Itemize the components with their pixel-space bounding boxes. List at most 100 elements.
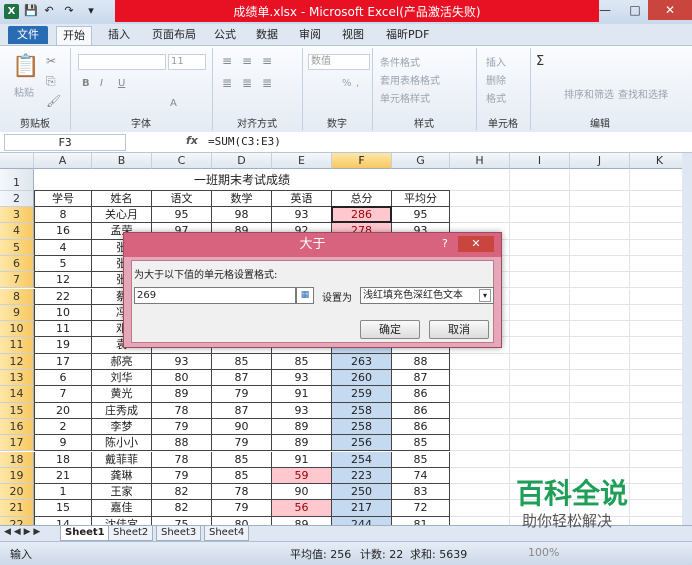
table-cell[interactable]: 79 [152, 467, 212, 485]
grid-cell[interactable] [450, 353, 510, 370]
tab-view[interactable]: 视图 [336, 26, 370, 44]
table-cell[interactable]: 8 [34, 207, 92, 224]
zoom-level[interactable]: 100% [528, 546, 559, 559]
column-header[interactable]: H [450, 153, 510, 169]
row-header[interactable]: 12 [0, 353, 34, 370]
grid-cell[interactable] [450, 484, 510, 501]
grid-cell[interactable] [510, 207, 570, 224]
table-cell[interactable]: 83 [392, 484, 450, 501]
grid-cell[interactable] [570, 169, 630, 191]
column-header[interactable]: F [332, 153, 392, 169]
grid-cell[interactable] [570, 288, 630, 305]
format-select[interactable]: 浅红填充色深红色文本 ▾ [360, 287, 494, 304]
row-header[interactable]: 5 [0, 239, 34, 256]
table-cell[interactable]: 陈小小 [92, 435, 152, 452]
table-cell[interactable]: 14 [34, 516, 92, 525]
table-cell[interactable]: 95 [152, 207, 212, 224]
grid-cell[interactable] [630, 207, 682, 224]
table-cell[interactable]: 王家 [92, 484, 152, 501]
table-cell[interactable]: 黄光 [92, 386, 152, 403]
autosum-button[interactable]: Σ [536, 54, 544, 69]
table-cell[interactable]: 78 [212, 484, 272, 501]
row-header[interactable]: 20 [0, 484, 34, 501]
row-header[interactable]: 15 [0, 402, 34, 419]
range-picker-icon[interactable]: ▦ [296, 287, 314, 304]
table-cell[interactable]: 93 [272, 370, 332, 387]
table-cell[interactable]: 2 [34, 418, 92, 436]
align-bottom-icon[interactable]: ≡ [262, 54, 272, 68]
grid-cell[interactable] [570, 321, 630, 338]
grid-cell[interactable] [510, 402, 570, 419]
grid-cell[interactable] [630, 289, 682, 305]
row-header[interactable]: 16 [0, 418, 34, 436]
grid-cell[interactable] [510, 288, 570, 305]
dialog-close-button[interactable]: ✕ [458, 236, 494, 252]
grid-cell[interactable] [630, 403, 682, 419]
insert-function-icon[interactable]: fx [186, 134, 198, 147]
grid-cell[interactable] [570, 353, 630, 370]
total-cell[interactable]: 259 [332, 386, 392, 403]
grid-cell[interactable] [570, 435, 630, 452]
customize-icon[interactable]: ▾ [84, 4, 98, 18]
grid-cell[interactable] [450, 435, 510, 452]
table-cell[interactable]: 75 [152, 516, 212, 525]
grid-cell[interactable] [630, 337, 682, 354]
table-cell[interactable]: 郝亮 [92, 353, 152, 370]
undo-icon[interactable]: ↶ [42, 4, 56, 18]
row-header[interactable]: 21 [0, 500, 34, 517]
sheet-tab-2[interactable]: Sheet2 [108, 526, 154, 541]
table-cell[interactable]: 86 [392, 418, 450, 436]
grid-cell[interactable] [630, 191, 682, 207]
table-cell[interactable]: 刘华 [92, 370, 152, 387]
grid-cell[interactable] [630, 370, 682, 387]
grid-cell[interactable] [570, 337, 630, 354]
copy-icon[interactable]: ⎘ [46, 74, 56, 89]
insert-cells-button[interactable]: 插入 [486, 54, 506, 69]
table-cell[interactable]: 1 [34, 484, 92, 501]
align-middle-icon[interactable]: ≡ [242, 54, 252, 68]
grid-cell[interactable] [450, 467, 510, 485]
table-cell[interactable]: 89 [272, 435, 332, 452]
grid-cell[interactable] [510, 272, 570, 289]
total-cell[interactable]: 260 [332, 370, 392, 387]
tab-review[interactable]: 审阅 [293, 26, 327, 44]
grid-cell[interactable] [570, 418, 630, 436]
table-cell[interactable]: 关心月 [92, 207, 152, 224]
total-cell[interactable]: 223 [332, 467, 392, 485]
sheet-nav-icon[interactable]: ◀ ◀ ▶ ▶ [4, 527, 40, 537]
column-header[interactable]: D [212, 153, 272, 169]
row-header[interactable]: 10 [0, 321, 34, 338]
row-header[interactable]: 22 [0, 516, 34, 525]
table-cell[interactable]: 93 [272, 207, 332, 224]
sort-filter-button[interactable]: 排序和筛选 [564, 86, 614, 101]
grid-cell[interactable] [510, 353, 570, 370]
table-cell[interactable]: 78 [152, 402, 212, 419]
grid-cell[interactable] [510, 370, 570, 387]
save-icon[interactable]: 💾 [24, 4, 38, 18]
cut-icon[interactable]: ✂ [46, 54, 56, 68]
grid-cell[interactable] [570, 191, 630, 207]
find-select-button[interactable]: 查找和选择 [618, 86, 668, 101]
table-cell[interactable]: 戴菲菲 [92, 451, 152, 468]
table-cell[interactable]: 19 [34, 337, 92, 354]
grid-cell[interactable] [450, 370, 510, 387]
table-cell[interactable]: 沈佳宜 [92, 516, 152, 525]
grid-cell[interactable] [570, 451, 630, 468]
row-header[interactable]: 13 [0, 370, 34, 387]
grid-cell[interactable] [570, 239, 630, 256]
table-cell[interactable]: 89 [272, 516, 332, 525]
paste-icon[interactable]: 📋 [12, 54, 39, 79]
table-cell[interactable]: 17 [34, 353, 92, 370]
table-cell[interactable]: 嘉佳 [92, 500, 152, 517]
grid-cell[interactable] [450, 169, 510, 191]
grid-cell[interactable] [630, 169, 682, 191]
align-top-icon[interactable]: ≡ [222, 54, 232, 68]
row-header[interactable]: 18 [0, 451, 34, 468]
total-cell[interactable]: 217 [332, 500, 392, 517]
sheet-tab-4[interactable]: Sheet4 [204, 526, 250, 541]
row-header[interactable]: 2 [0, 191, 34, 207]
row-header[interactable]: 1 [0, 169, 34, 191]
underline-button[interactable]: U [118, 78, 125, 89]
align-left-icon[interactable]: ≣ [222, 76, 232, 90]
cell-styles-button[interactable]: 单元格样式 [380, 90, 430, 105]
